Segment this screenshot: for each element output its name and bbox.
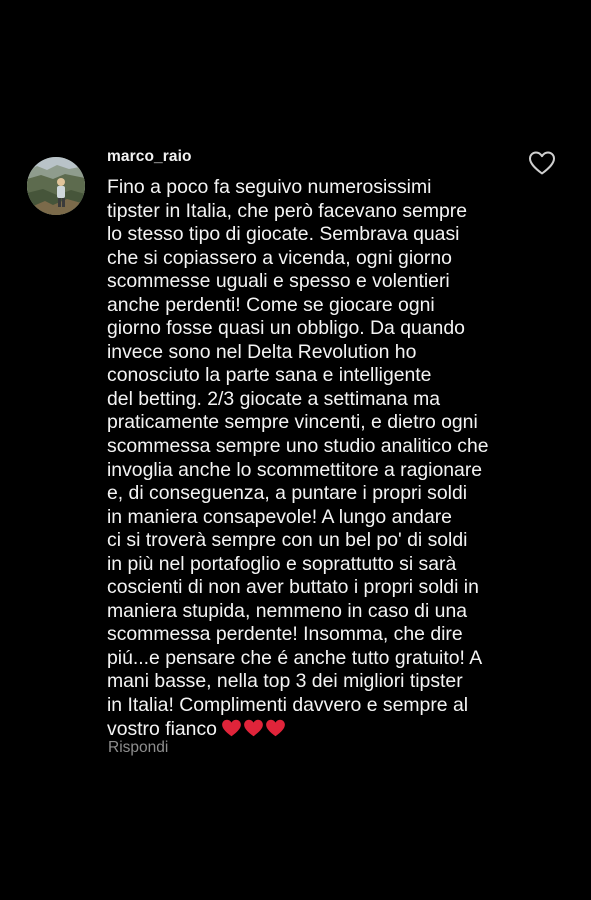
comment-line: in Italia! Complimenti davvero e sempre … — [107, 694, 469, 717]
comment-line: conosciuto la parte sana e intelligente — [107, 364, 432, 387]
avatar[interactable] — [27, 157, 85, 215]
comment-line: lo stesso tipo di giocate. Sembrava quas… — [107, 223, 460, 246]
comment-line-last: vostro fianco — [107, 718, 547, 745]
comment-line: tipster in Italia, che però facevano sem… — [107, 199, 467, 222]
comment-line-text: vostro fianco — [107, 717, 217, 740]
comment-line: scommesse uguali e spesso e volentieri — [107, 270, 450, 293]
comment-line: invoglia anche lo scommettitore a ragion… — [107, 458, 483, 481]
comment-line: e, di conseguenza, a puntare i propri so… — [107, 482, 468, 505]
comment-line: anche perdenti! Come se giocare ogni — [107, 293, 435, 316]
comment-line: scommessa sempre uno studio analitico ch… — [107, 435, 489, 458]
red-heart-icon — [222, 719, 241, 736]
comment-line: coscienti di non aver buttato i propri s… — [107, 576, 479, 599]
comment-line: in più nel portafoglio e soprattutto si … — [107, 552, 457, 575]
comment: marco_raio Fino a poco fa seguivo numero… — [0, 0, 591, 900]
comment-line: mani basse, nella top 3 dei migliori tip… — [107, 670, 463, 693]
heart-emojis — [221, 718, 287, 745]
like-button[interactable] — [528, 150, 556, 176]
comment-line: ci si troverà sempre con un bel po' di s… — [107, 529, 468, 552]
comment-line: in maniera consapevole! A lungo andare — [107, 505, 452, 528]
comment-line: maniera stupida, nemmeno in caso di una — [107, 599, 468, 622]
comment-line: giorno fosse quasi un obbligo. Da quando — [107, 317, 465, 340]
comment-line: scommessa perdente! Insomma, che dire — [107, 623, 463, 646]
comment-line: praticamente sempre vincenti, e dietro o… — [107, 411, 478, 434]
comment-line: che si copiassero a vicenda, ogni giorno — [107, 246, 452, 269]
red-heart-icon — [244, 719, 263, 736]
comment-line: invece sono nel Delta Revolution ho — [107, 340, 417, 363]
comment-line: piú...e pensare che é anche tutto gratui… — [107, 646, 483, 669]
heart-outline-icon — [529, 151, 555, 175]
username[interactable]: marco_raio — [107, 148, 192, 166]
comment-text: Fino a poco fa seguivo numerosissimi tip… — [107, 176, 547, 744]
avatar-photo — [27, 157, 85, 215]
red-heart-icon — [266, 719, 285, 736]
comment-line: Fino a poco fa seguivo numerosissimi — [107, 176, 432, 198]
comment-line: del betting. 2/3 giocate a settimana ma — [107, 387, 441, 410]
reply-button[interactable]: Rispondi — [108, 739, 168, 757]
